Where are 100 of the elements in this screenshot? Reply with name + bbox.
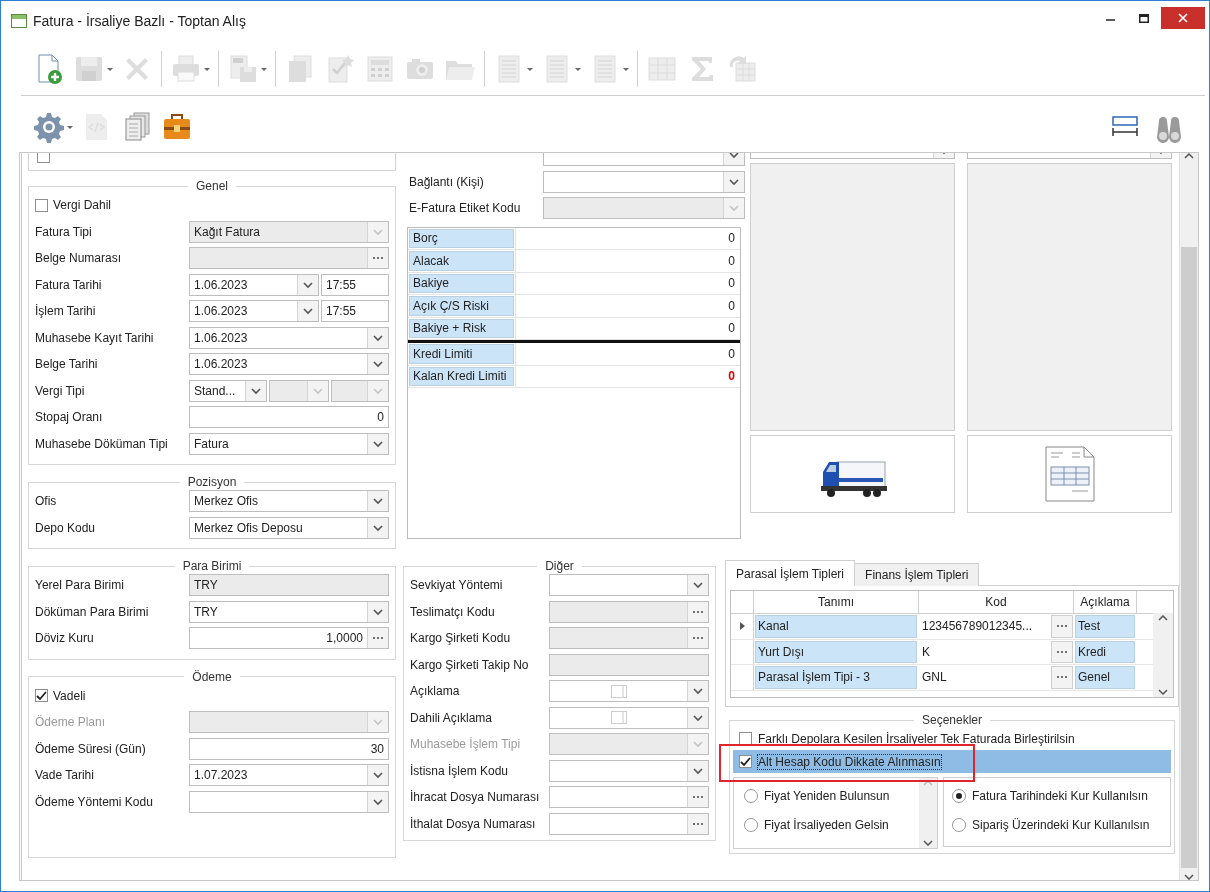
dropdown-field[interactable]: Stand... (189, 379, 267, 402)
tab[interactable]: Finans İşlem Tipleri (854, 563, 980, 586)
row-header: Alacak (409, 251, 514, 271)
dropdown-button[interactable] (367, 517, 388, 538)
settings-icon[interactable] (33, 111, 65, 143)
ellipsis-button[interactable] (1051, 666, 1073, 689)
dropdown-button[interactable] (367, 327, 388, 348)
dropdown-button[interactable] (367, 601, 388, 622)
ellipsis-button[interactable] (687, 601, 708, 622)
dropdown-field[interactable]: TRY (189, 600, 389, 623)
field-label: Muhasebe Kayıt Tarihi (35, 330, 154, 345)
chevron-icon (373, 386, 383, 395)
text-field[interactable] (549, 653, 709, 676)
chevron-icon (373, 797, 383, 806)
table-cell: Kredi (1075, 640, 1135, 663)
dropdown-button[interactable] (687, 760, 708, 781)
ellipsis-icon (692, 636, 704, 640)
lookup-field[interactable] (189, 247, 389, 269)
dropdown-button[interactable] (367, 791, 388, 812)
text-field[interactable]: 30 (189, 737, 389, 760)
chevron-icon (303, 280, 313, 289)
dropdown-field[interactable] (549, 706, 709, 729)
lookup-field[interactable] (549, 786, 709, 808)
table-cell: 0 (515, 295, 740, 317)
dropdown-button[interactable] (687, 575, 708, 595)
time-field[interactable]: 17:55 (321, 273, 389, 296)
time-field[interactable]: 17:55 (321, 300, 389, 322)
dropdown-button[interactable] (723, 171, 744, 192)
dropdown-field[interactable] (543, 197, 745, 219)
dropdown-field[interactable] (543, 170, 745, 193)
dropdown-button[interactable] (367, 354, 388, 374)
column-header[interactable]: Açıklama (1074, 591, 1137, 613)
scroll-up-icon[interactable] (1158, 615, 1168, 621)
lookup-field[interactable]: 1,0000 (189, 627, 389, 649)
lookup-field[interactable] (549, 600, 709, 623)
column-header[interactable]: Kod (919, 591, 1074, 613)
dropdown-field[interactable]: 1.07.2023 (189, 764, 389, 786)
scrollbar[interactable] (1179, 153, 1198, 880)
scrollbar[interactable] (919, 778, 937, 848)
dropdown-button[interactable] (297, 274, 318, 295)
window-title: Fatura - İrsaliye Bazlı - Toptan Alış (33, 13, 246, 29)
table-cell: 0 (515, 250, 740, 272)
radio-button[interactable] (952, 788, 966, 803)
dropdown-field[interactable]: Fatura (189, 432, 389, 455)
lookup-field[interactable] (549, 627, 709, 649)
window-icon (11, 14, 27, 28)
dropdown-field[interactable] (331, 379, 389, 402)
scroll-up-icon[interactable] (1184, 153, 1194, 159)
caret-icon[interactable] (67, 125, 73, 129)
dropdown-button[interactable] (367, 491, 388, 511)
scroll-down-icon[interactable] (1158, 689, 1168, 695)
note-icon (610, 711, 627, 724)
ellipsis-icon (1056, 649, 1068, 654)
ellipsis-button[interactable] (367, 248, 388, 268)
field-label: Belge Numarası (35, 251, 122, 265)
chevron-icon (373, 227, 383, 236)
dropdown-field[interactable]: 1.06.2023 (189, 353, 389, 375)
dropdown-button[interactable] (687, 681, 708, 701)
dropdown-button[interactable] (687, 707, 708, 728)
checkbox[interactable] (739, 755, 752, 768)
text-field[interactable]: 0 (189, 406, 389, 428)
ellipsis-button[interactable] (1051, 615, 1073, 638)
row-header: Kalan Kredi Limiti (409, 366, 514, 386)
scroll-up-icon[interactable] (923, 780, 933, 786)
dropdown-button[interactable] (367, 433, 388, 454)
checkbox[interactable] (35, 689, 48, 702)
dropdown-field[interactable] (549, 759, 709, 782)
lookup-field[interactable] (549, 812, 709, 835)
checkbox[interactable] (35, 198, 48, 212)
radio-button[interactable] (744, 788, 758, 803)
radio-label: Sipariş Üzerindeki Kur Kullanılsın (972, 817, 1150, 832)
ellipsis-button[interactable] (687, 787, 708, 807)
dropdown-field[interactable] (269, 379, 329, 402)
radio-button[interactable] (744, 817, 758, 832)
checkbox[interactable] (37, 153, 50, 163)
dropdown-field[interactable] (549, 574, 709, 596)
tab[interactable]: Parasal İşlem Tipleri (725, 560, 856, 586)
dropdown-button[interactable] (245, 380, 266, 401)
dropdown-button[interactable] (367, 765, 388, 785)
dropdown-field[interactable]: 1.06.2023 (189, 326, 389, 349)
table-cell: Parasal İşlem Tipi - 3 (755, 666, 917, 689)
dropdown-field[interactable]: Kağıt Fatura (189, 220, 389, 243)
scrollbar[interactable] (1153, 613, 1173, 697)
dropdown-field[interactable]: Merkez Ofis (189, 490, 389, 512)
ellipsis-button[interactable] (687, 813, 708, 834)
date-field[interactable]: 1.06.2023 (189, 273, 319, 296)
column-header[interactable]: Tanımı (754, 591, 919, 613)
scroll-down-icon[interactable] (1184, 874, 1194, 880)
dropdown-field[interactable] (549, 680, 709, 702)
dropdown-button[interactable] (297, 301, 318, 321)
dropdown-field[interactable] (189, 790, 389, 813)
ellipsis-button[interactable] (367, 628, 388, 648)
date-field[interactable]: 1.06.2023 (189, 300, 319, 322)
chevron-icon (373, 360, 383, 368)
text-field[interactable]: TRY (189, 574, 389, 596)
ellipsis-button[interactable] (1051, 640, 1073, 663)
radio-button[interactable] (952, 817, 966, 832)
dropdown-field[interactable]: Merkez Ofis Deposu (189, 516, 389, 539)
ellipsis-button[interactable] (687, 628, 708, 648)
scroll-down-icon[interactable] (923, 840, 933, 846)
